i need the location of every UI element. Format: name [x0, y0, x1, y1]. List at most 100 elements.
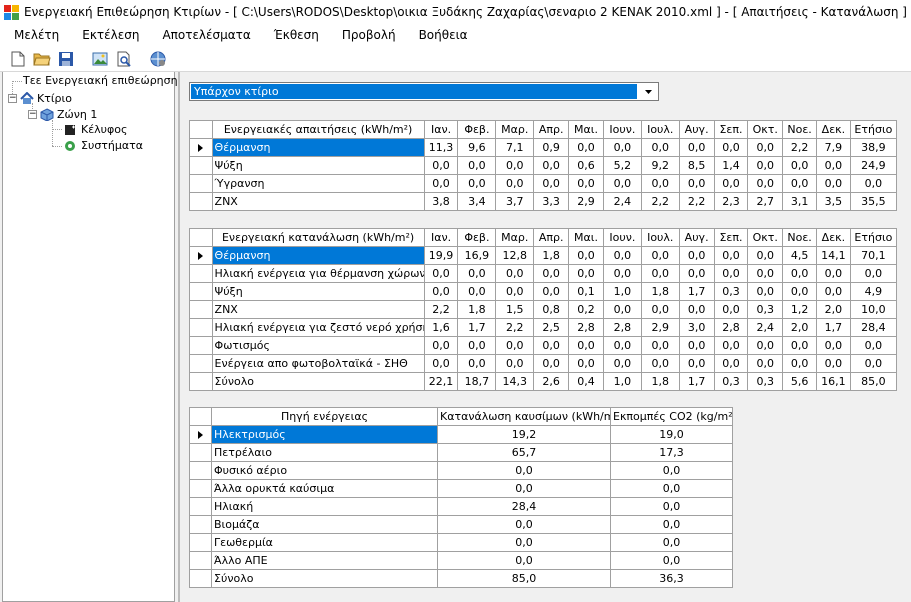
- value-cell[interactable]: 3,1: [782, 192, 817, 211]
- month-column-header[interactable]: Μαρ.: [495, 120, 535, 139]
- value-cell[interactable]: 0,0: [782, 174, 817, 193]
- value-cell[interactable]: 4,5: [782, 246, 817, 265]
- value-cell[interactable]: 0,3: [747, 372, 784, 391]
- table-row[interactable]: Θέρμανση 11,3 9,6 7,1 0,9 0,0 0,0 0,0 0,0 0,0 0,0 2…: [189, 138, 898, 157]
- menu-run[interactable]: Εκτέλεση: [68, 24, 148, 46]
- value-cell[interactable]: 85,0: [849, 372, 898, 391]
- source-label[interactable]: Φυσικό αέριο: [211, 461, 438, 480]
- fuel-consumption-cell[interactable]: 0,0: [437, 479, 611, 498]
- value-cell[interactable]: 1,7: [678, 372, 715, 391]
- month-column-header[interactable]: Ιουν.: [602, 120, 642, 139]
- value-cell[interactable]: 0,0: [713, 354, 749, 373]
- table-row[interactable]: ZNX 2,2 1,8 1,5 0,8 0,2 0,0 0,0 0,0 0,0 0,3 1,2 2,0 1…: [189, 300, 898, 319]
- value-cell[interactable]: 3,0: [678, 318, 715, 337]
- value-cell[interactable]: 2,2: [640, 192, 680, 211]
- co2-emissions-cell[interactable]: 0,0: [610, 551, 733, 570]
- value-cell[interactable]: 0,0: [747, 354, 784, 373]
- value-cell[interactable]: 16,1: [816, 372, 851, 391]
- value-cell[interactable]: 0,0: [816, 174, 851, 193]
- value-cell[interactable]: 16,9: [457, 246, 497, 265]
- value-cell[interactable]: 2,2: [495, 318, 535, 337]
- value-cell[interactable]: 0,0: [640, 264, 680, 283]
- row-label[interactable]: Ηλιακή ενέργεια για θέρμανση χώρων: [211, 264, 425, 283]
- table-row[interactable]: Ηλιακή ενέργεια για θέρμανση χώρων 0,0 0,0…: [189, 264, 898, 283]
- value-cell[interactable]: 0,0: [816, 282, 851, 301]
- menu-view[interactable]: Προβολή: [328, 24, 405, 46]
- calculate-button[interactable]: [148, 49, 168, 69]
- value-cell[interactable]: 0,9: [533, 138, 570, 157]
- value-cell[interactable]: 0,0: [713, 138, 749, 157]
- value-cell[interactable]: 5,2: [602, 156, 642, 175]
- value-cell[interactable]: 0,0: [602, 174, 642, 193]
- month-column-header[interactable]: Ιουλ.: [640, 120, 680, 139]
- value-cell[interactable]: 0,0: [678, 300, 715, 319]
- value-cell[interactable]: 0,3: [747, 300, 784, 319]
- value-cell[interactable]: 0,0: [816, 156, 851, 175]
- value-cell[interactable]: 1,8: [457, 300, 497, 319]
- month-column-header[interactable]: Μαρ.: [495, 228, 535, 247]
- row-header[interactable]: [189, 569, 212, 588]
- month-column-header[interactable]: Μαι.: [568, 120, 604, 139]
- row-header[interactable]: [189, 443, 212, 462]
- value-cell[interactable]: 0,0: [457, 264, 497, 283]
- chevron-down-icon[interactable]: [640, 84, 657, 99]
- row-label[interactable]: Ψύξη: [211, 282, 425, 301]
- co2-emissions-cell[interactable]: 36,3: [610, 569, 733, 588]
- value-cell[interactable]: 0,0: [602, 246, 642, 265]
- value-cell[interactable]: 8,5: [678, 156, 715, 175]
- value-cell[interactable]: 2,0: [782, 318, 817, 337]
- value-cell[interactable]: 1,0: [602, 372, 642, 391]
- month-column-header[interactable]: Απρ.: [533, 120, 570, 139]
- table-row[interactable]: Φυσικό αέριο 0,0 0,0: [189, 461, 733, 480]
- value-cell[interactable]: 2,0: [816, 300, 851, 319]
- value-cell[interactable]: 2,3: [713, 192, 749, 211]
- value-cell[interactable]: 0,0: [816, 336, 851, 355]
- value-cell[interactable]: 0,0: [568, 264, 604, 283]
- row-label[interactable]: ZNX: [211, 192, 425, 211]
- month-column-header[interactable]: Σεπ.: [713, 120, 749, 139]
- row-label[interactable]: Ηλιακή ενέργεια για ζεστό νερό χρήσης: [211, 318, 425, 337]
- value-cell[interactable]: 0,0: [568, 354, 604, 373]
- value-cell[interactable]: 0,0: [495, 336, 535, 355]
- co2-emissions-cell[interactable]: 19,0: [610, 425, 733, 444]
- value-cell[interactable]: 7,1: [495, 138, 535, 157]
- row-header[interactable]: [189, 156, 213, 175]
- value-cell[interactable]: 0,0: [849, 264, 898, 283]
- table-row[interactable]: Φωτισμός 0,0 0,0 0,0 0,0 0,0 0,0 0,0 0,0 0,0 0,0 0,…: [189, 336, 898, 355]
- value-cell[interactable]: 0,0: [713, 300, 749, 319]
- value-cell[interactable]: 0,0: [533, 354, 570, 373]
- table-row[interactable]: Άλλο ΑΠΕ 0,0 0,0: [189, 551, 733, 570]
- row-header[interactable]: [189, 497, 212, 516]
- value-cell[interactable]: 18,7: [457, 372, 497, 391]
- value-cell[interactable]: 1,8: [533, 246, 570, 265]
- building-scenario-select[interactable]: Υπάρχον κτίριο: [189, 82, 659, 101]
- column-header[interactable]: Ενεργειακή κατανάλωση (kWh/m²): [211, 228, 425, 247]
- value-cell[interactable]: 0,0: [816, 264, 851, 283]
- row-header[interactable]: [189, 533, 212, 552]
- image-button[interactable]: [90, 49, 110, 69]
- value-cell[interactable]: 0,0: [782, 354, 817, 373]
- value-cell[interactable]: 5,6: [782, 372, 817, 391]
- value-cell[interactable]: 2,9: [640, 318, 680, 337]
- month-column-header[interactable]: Ιουλ.: [640, 228, 680, 247]
- value-cell[interactable]: 1,8: [640, 372, 680, 391]
- table-row[interactable]: Βιομάζα 0,0 0,0: [189, 515, 733, 534]
- value-cell[interactable]: 0,3: [713, 372, 749, 391]
- value-cell[interactable]: 19,9: [423, 246, 459, 265]
- value-cell[interactable]: 0,0: [533, 336, 570, 355]
- value-cell[interactable]: 0,0: [640, 354, 680, 373]
- tree-systems[interactable]: Συστήματα: [63, 139, 143, 152]
- value-cell[interactable]: 0,0: [816, 354, 851, 373]
- value-cell[interactable]: 38,9: [849, 138, 898, 157]
- table-row[interactable]: Γεωθερμία 0,0 0,0: [189, 533, 733, 552]
- row-label[interactable]: Θέρμανση: [211, 138, 425, 157]
- value-cell[interactable]: 0,0: [423, 264, 459, 283]
- co2-emissions-cell[interactable]: 17,3: [610, 443, 733, 462]
- table-row[interactable]: Σύνολο 22,1 18,7 14,3 2,6 0,4 1,0 1,8 1,7 0,3 0,3 5…: [189, 372, 898, 391]
- row-header[interactable]: [189, 461, 212, 480]
- month-column-header[interactable]: Οκτ.: [747, 228, 784, 247]
- month-column-header[interactable]: Νοε.: [782, 228, 817, 247]
- value-cell[interactable]: 0,0: [747, 246, 784, 265]
- table-row[interactable]: Ψύξη 0,0 0,0 0,0 0,0 0,6 5,2 9,2 8,5 1,4 0,0 0,0 0,0…: [189, 156, 898, 175]
- tree-zone[interactable]: − Ζώνη 1: [28, 108, 97, 121]
